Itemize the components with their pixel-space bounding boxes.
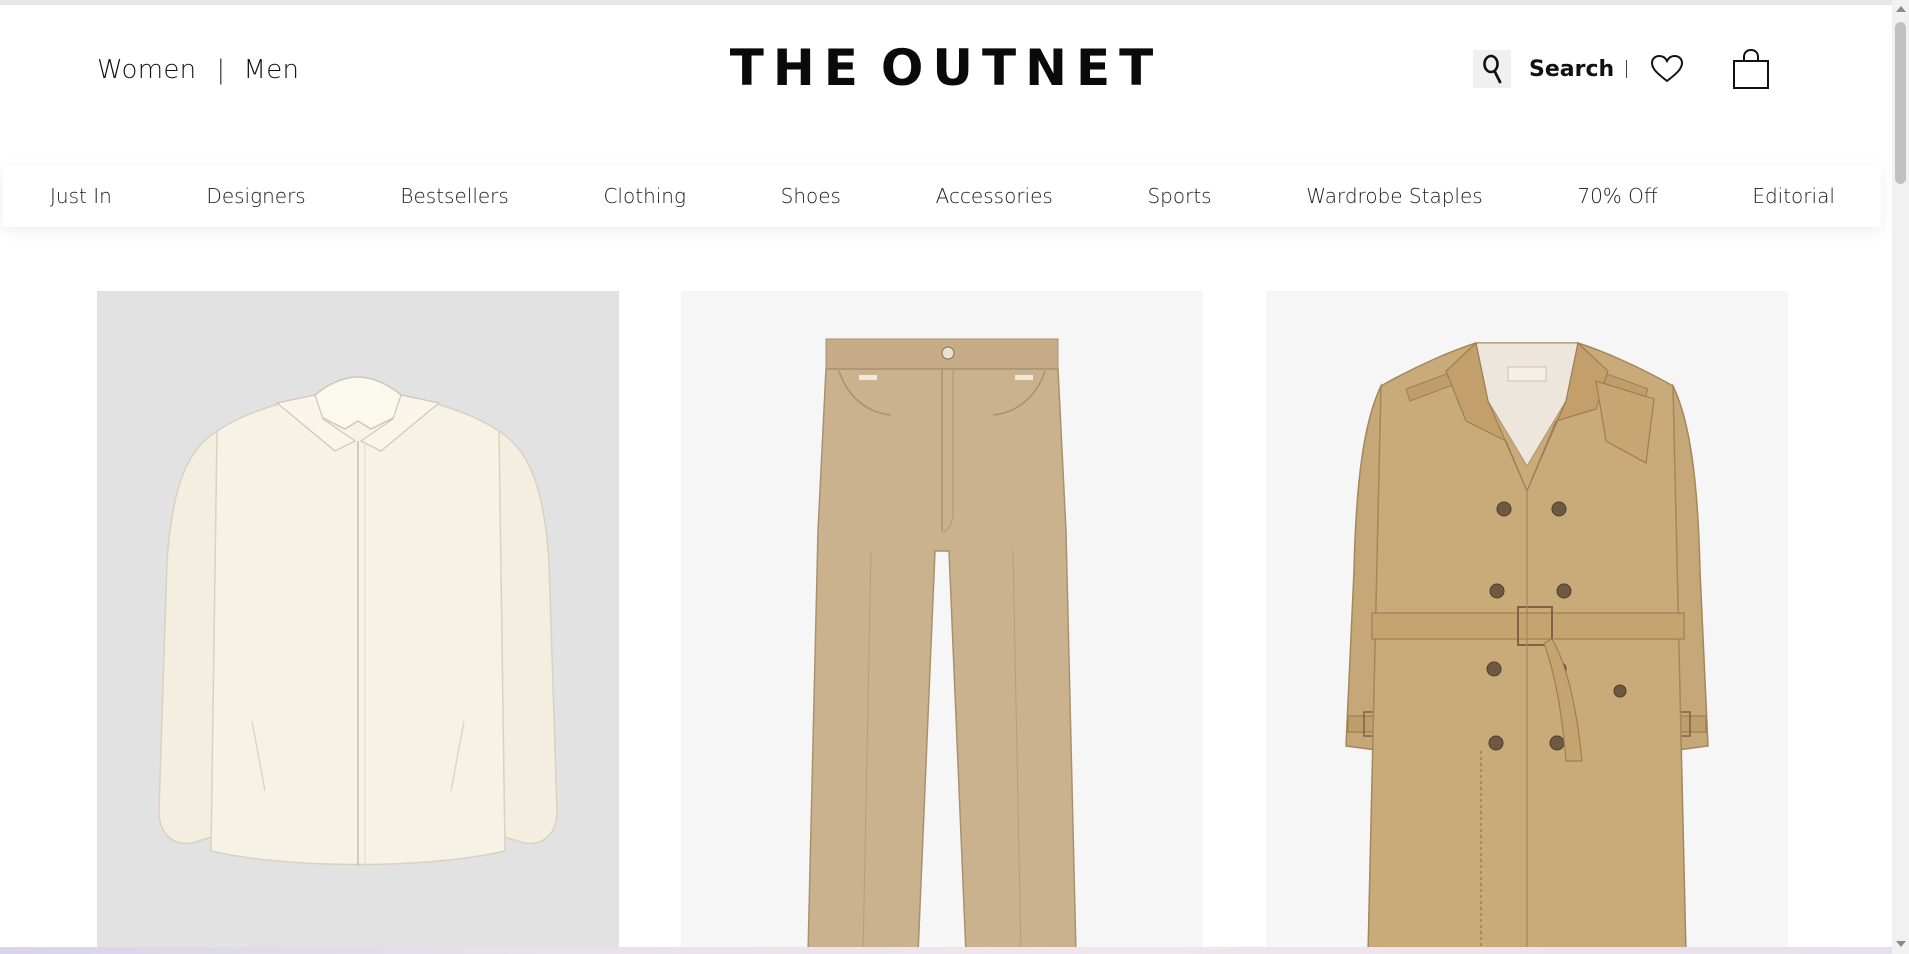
logo-word-outnet: OUTNET <box>880 39 1163 97</box>
nav-item-wardrobe-staples[interactable]: Wardrobe Staples <box>1306 184 1482 208</box>
search-label[interactable]: Search <box>1529 57 1614 82</box>
heart-icon <box>1651 54 1684 83</box>
nav-item-shoes[interactable]: Shoes <box>781 184 841 208</box>
main-nav: Just In Designers Bestsellers Clothing S… <box>3 165 1881 227</box>
nav-item-70-off[interactable]: 70% Off <box>1577 184 1657 208</box>
search-divider <box>1626 60 1628 78</box>
header-tools: Search <box>1473 44 1771 94</box>
nav-item-designers[interactable]: Designers <box>206 184 305 208</box>
product-image-jacket <box>158 376 558 866</box>
scroll-down-icon[interactable] <box>1896 941 1906 947</box>
nav-item-accessories[interactable]: Accessories <box>936 184 1053 208</box>
wishlist-button[interactable] <box>1649 51 1685 87</box>
product-image-trousers <box>807 338 1077 954</box>
scroll-up-icon[interactable] <box>1896 6 1906 12</box>
shopping-bag-icon <box>1733 48 1770 89</box>
bottom-banner-strip <box>0 947 1892 954</box>
site-header: Women | Men THE OUTNET Search <box>0 5 1892 165</box>
search-icon <box>1483 54 1502 84</box>
product-card-jacket[interactable] <box>97 291 619 954</box>
nav-item-editorial[interactable]: Editorial <box>1752 184 1835 208</box>
nav-item-sports[interactable]: Sports <box>1147 184 1211 208</box>
shopping-bag-button[interactable] <box>1731 48 1771 90</box>
logo-word-the: THE <box>729 39 867 97</box>
nav-item-bestsellers[interactable]: Bestsellers <box>400 184 508 208</box>
scroll-thumb[interactable] <box>1895 22 1906 184</box>
search-button[interactable] <box>1473 50 1511 88</box>
product-card-trousers[interactable] <box>681 291 1203 954</box>
product-image-trench-coat <box>1345 341 1709 954</box>
product-card-trench-coat[interactable] <box>1266 291 1788 954</box>
nav-item-just-in[interactable]: Just In <box>50 184 112 208</box>
nav-item-clothing[interactable]: Clothing <box>603 184 686 208</box>
page-scrollbar[interactable] <box>1892 0 1909 954</box>
